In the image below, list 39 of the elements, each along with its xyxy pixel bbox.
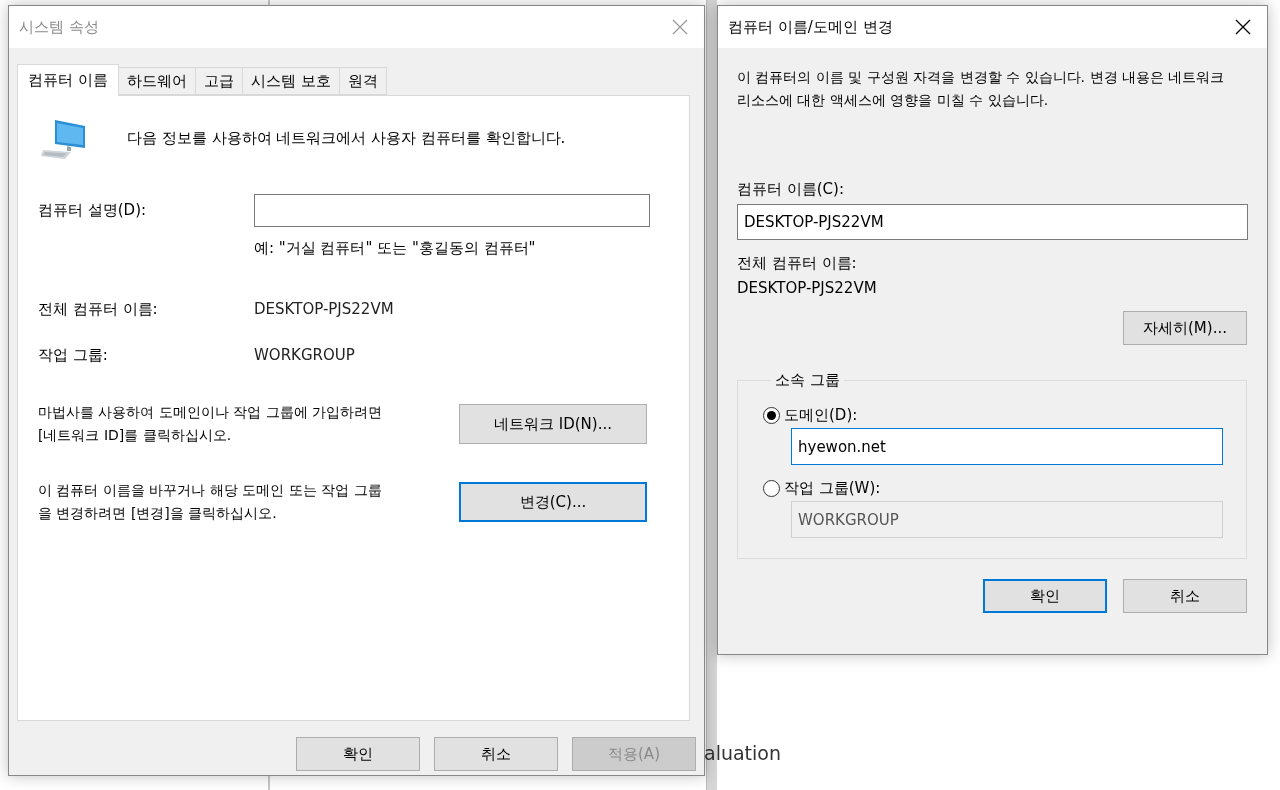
tab[interactable]: 시스템 보호 [241,67,340,95]
tab[interactable]: 하드웨어 [117,67,196,95]
dialog-button[interactable]: 확인 [983,579,1107,613]
dialog-button[interactable]: 확인 [296,737,420,771]
group-legend: 소속 그룹 [771,371,844,390]
instruction-text: 마법사를 사용하여 도메인이나 작업 그룹에 가입하려면 [네트워크 ID]를 클릭하십시오. [38,403,383,445]
radio-button[interactable] [763,480,780,497]
background-text: aluation [704,742,781,764]
field-label: 컴퓨터 이름(C): [737,179,845,200]
tab[interactable]: 원격 [338,67,387,95]
intro-text: 이 컴퓨터의 이름 및 구성원 자격을 변경할 수 있습니다. 변경 내용은 네트워크 리소스에 대한 액세스에 영향을 미칠 수 있습니다. [737,68,1226,110]
info-value: WORKGROUP [254,346,355,365]
hint-text: 예: "거실 컴퓨터" 또는 "홍길동의 컴퓨터" [254,239,537,258]
radio-button[interactable] [763,407,780,424]
action-button[interactable]: 변경(C)... [459,482,647,522]
close-icon [1235,19,1251,35]
info-label: 전체 컴퓨터 이름: [38,300,159,319]
full-name-value: DESKTOP-PJS22VM [737,278,878,299]
dialog-button[interactable]: 취소 [1123,579,1247,613]
window-title: 컴퓨터 이름/도메인 변경 [728,17,893,37]
group-name-field[interactable]: WORKGROUP [791,501,1223,538]
group-name-field[interactable]: hyewon.net [791,428,1223,465]
field-label: 전체 컴퓨터 이름: [737,253,858,274]
radio-option[interactable]: 작업 그룹(W): [763,479,1246,498]
dialog-button[interactable]: 취소 [434,737,558,771]
more-button[interactable]: 자세히(M)... [1123,311,1247,345]
radio-option[interactable]: 도메인(D): [763,406,1246,425]
action-button[interactable]: 네트워크 ID(N)... [459,404,647,444]
tab[interactable]: 컴퓨터 이름 [17,64,119,96]
close-icon [672,19,688,35]
tab[interactable]: 고급 [194,67,243,95]
description-field[interactable] [254,194,650,227]
intro-text: 다음 정보를 사용하여 네트워크에서 사용자 컴퓨터를 확인합니다. [127,127,566,149]
field-label: 컴퓨터 설명(D): [38,201,148,220]
window-title: 시스템 속성 [19,17,99,37]
info-value: DESKTOP-PJS22VM [254,300,394,319]
instruction-text: 이 컴퓨터 이름을 바꾸거나 해당 도메인 또는 작업 그룹을 변경하려면 [변경]을 클릭하십시오. [38,481,383,523]
info-label: 작업 그룹: [38,346,109,365]
computer-name-field[interactable]: DESKTOP-PJS22VM [737,204,1248,240]
